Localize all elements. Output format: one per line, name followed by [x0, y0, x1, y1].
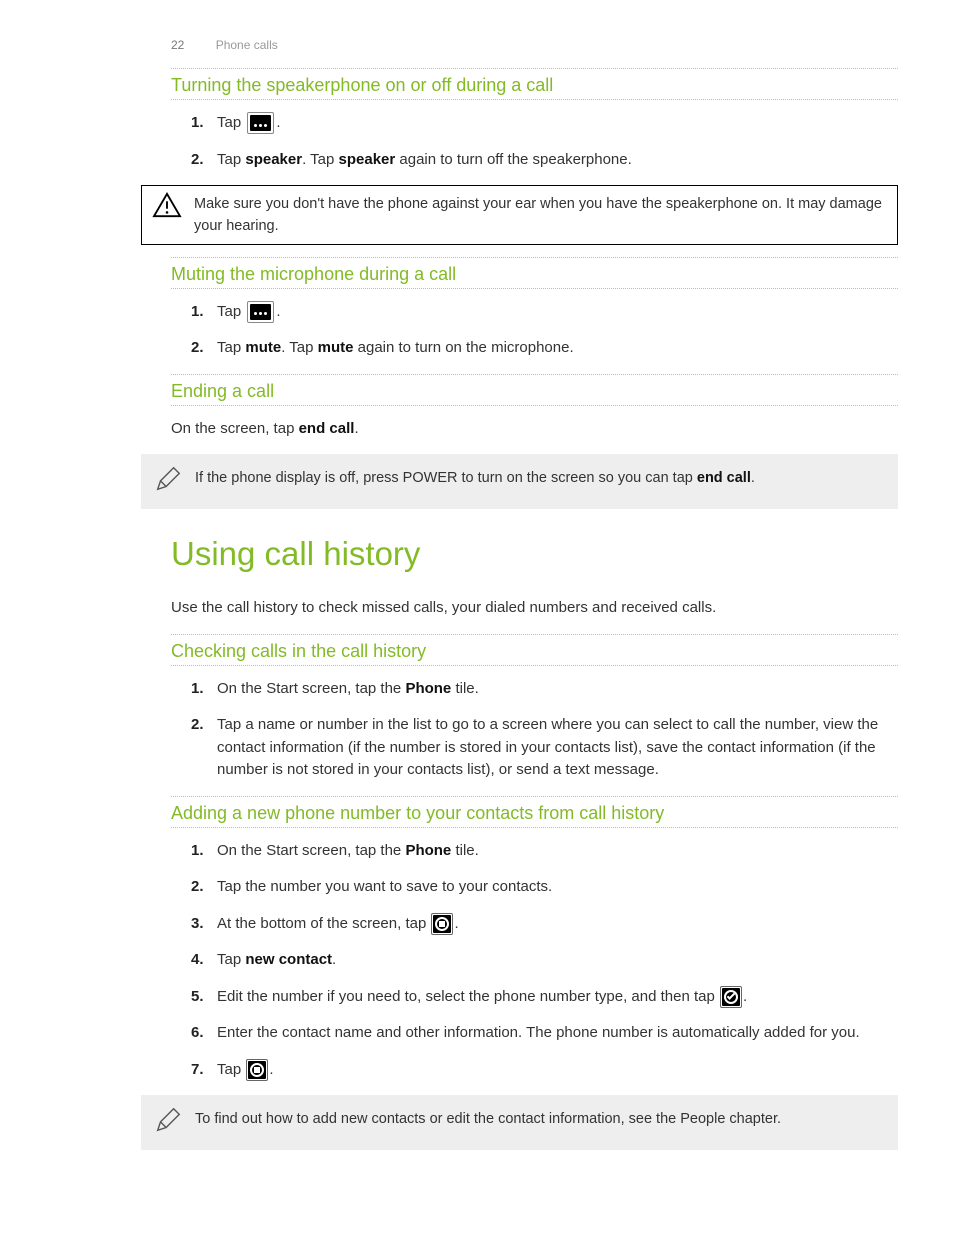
section-name: Phone calls: [216, 38, 278, 52]
subheading-adding: Adding a new phone number to your contac…: [171, 797, 898, 828]
warning-triangle-icon: [152, 192, 182, 223]
subheading-mute: Muting the microphone during a call: [171, 258, 898, 289]
tip-text-people: To find out how to add new contacts or e…: [195, 1105, 886, 1131]
steps-speakerphone: Tap . Tap speaker. Tap speaker again to …: [171, 112, 898, 171]
save-icon: [431, 913, 453, 935]
steps-checking: On the Start screen, tap the Phone tile.…: [171, 678, 898, 782]
tip-callout-ending: If the phone display is off, press POWER…: [141, 454, 898, 509]
subheading-ending: Ending a call: [171, 375, 898, 406]
steps-mute: Tap . Tap mute. Tap mute again to turn o…: [171, 301, 898, 360]
tip-callout-people: To find out how to add new contacts or e…: [141, 1095, 898, 1150]
pencil-icon: [153, 1105, 183, 1140]
save-icon: [246, 1059, 268, 1081]
more-options-icon: [247, 301, 274, 323]
steps-adding: On the Start screen, tap the Phone tile.…: [171, 840, 898, 1082]
tip-text-ending: If the phone display is off, press POWER…: [195, 464, 886, 490]
running-header: 22 Phone calls: [56, 38, 898, 52]
subheading-checking: Checking calls in the call history: [171, 635, 898, 666]
check-icon: [720, 986, 742, 1008]
warning-callout: Make sure you don't have the phone again…: [141, 185, 898, 245]
document-page: 22 Phone calls Turning the speakerphone …: [0, 0, 954, 1200]
subheading-speakerphone: Turning the speakerphone on or off durin…: [171, 69, 898, 100]
more-options-icon: [247, 112, 274, 134]
pencil-icon: [153, 464, 183, 499]
heading-call-history: Using call history: [171, 519, 898, 579]
page-number: 22: [171, 38, 184, 52]
call-history-intro: Use the call history to check missed cal…: [171, 597, 898, 620]
ending-body: On the screen, tap end call.: [171, 418, 898, 441]
warning-text: Make sure you don't have the phone again…: [194, 192, 887, 238]
page-content: Turning the speakerphone on or off durin…: [56, 68, 898, 1150]
